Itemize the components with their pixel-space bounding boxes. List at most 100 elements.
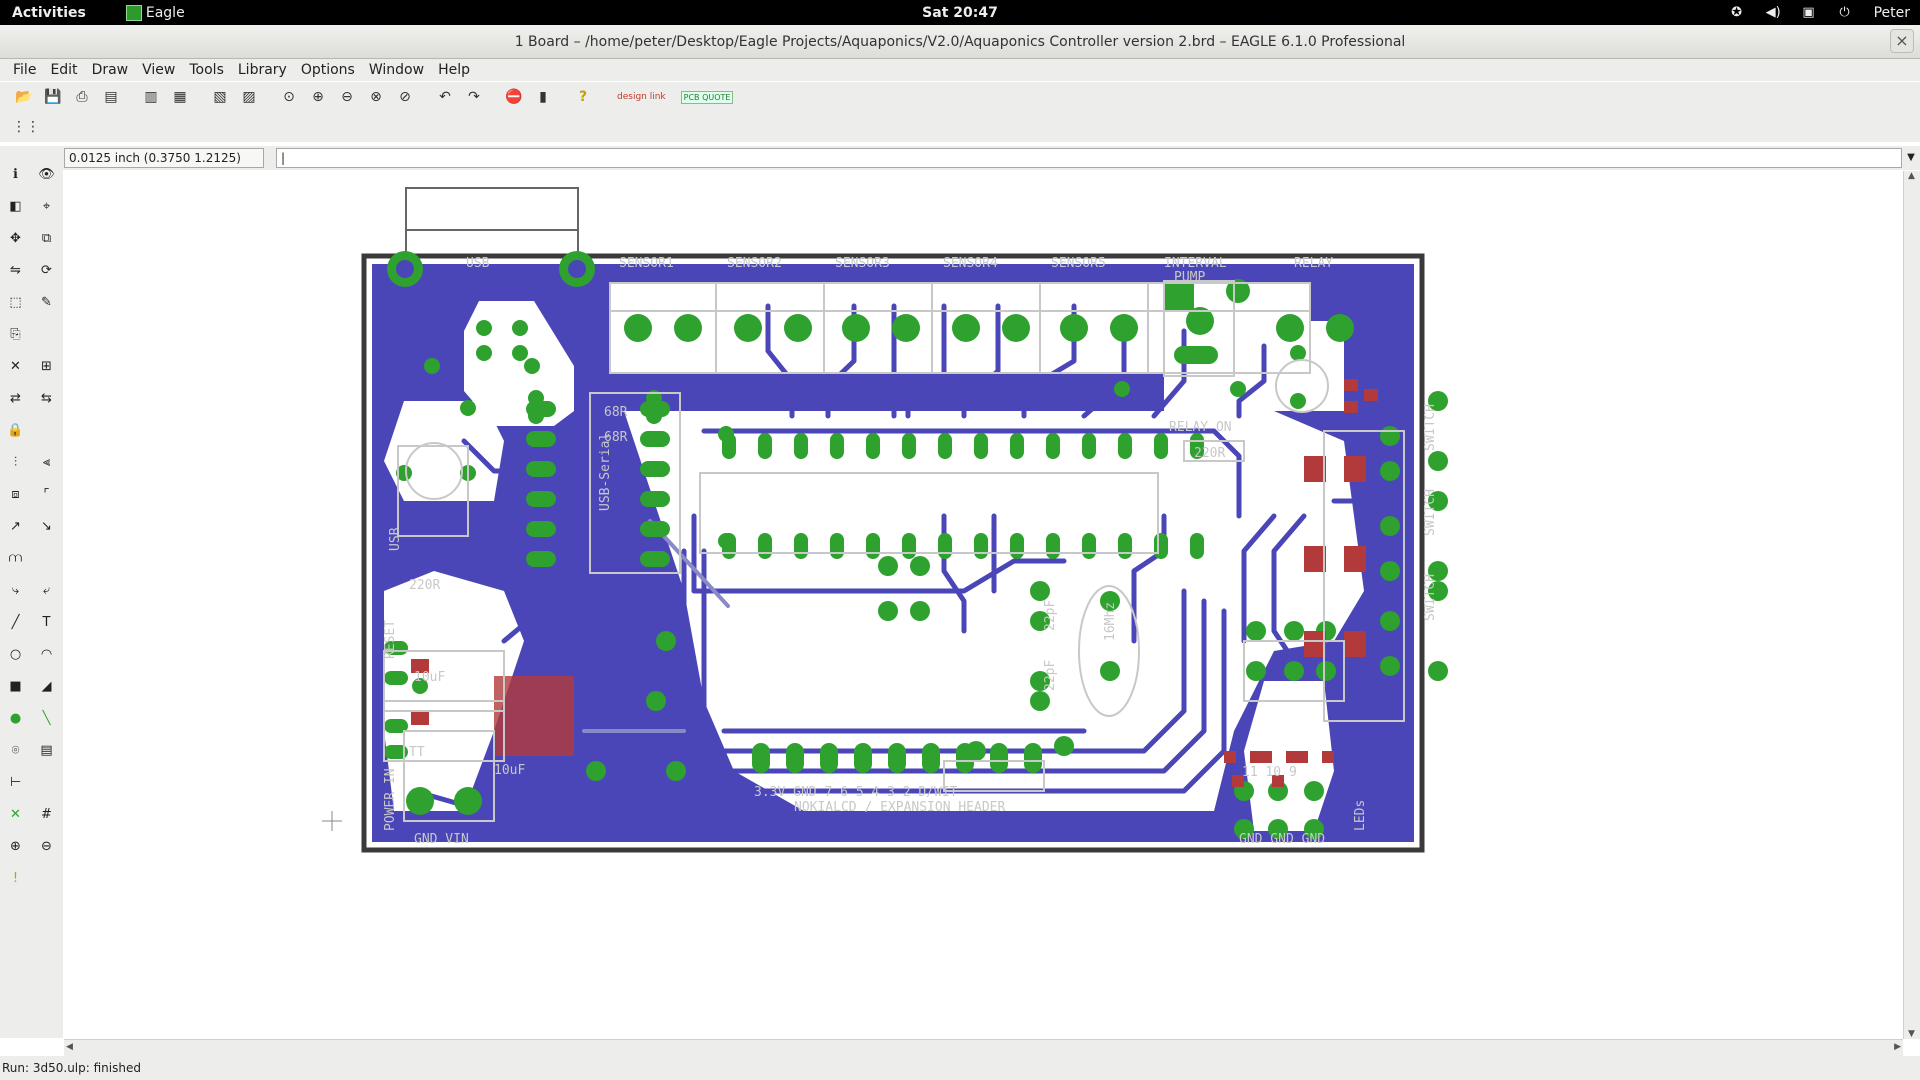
go-icon[interactable]: ▮ bbox=[531, 86, 555, 108]
redraw-icon[interactable]: ⊘ bbox=[393, 86, 417, 108]
menu-file[interactable]: File bbox=[6, 62, 43, 78]
tool-palette: ℹ 👁 ◧ ⌖ ✥ ⧉ ⇋ ⟳ ⬚ ✎ ⎘ ✕ ⊞ ⇄ ⇆ 🔒 ⫶ ⫷ ⧈ ⌜ … bbox=[0, 158, 63, 1038]
display-icon[interactable]: ◧ bbox=[0, 194, 31, 218]
zoom-select-icon[interactable]: ⊖ bbox=[31, 834, 62, 858]
zoom-window-icon[interactable]: ⊕ bbox=[0, 834, 31, 858]
menu-help[interactable]: Help bbox=[431, 62, 477, 78]
open-icon[interactable]: 📂 bbox=[12, 86, 36, 108]
zoom-in-icon[interactable]: ⊕ bbox=[306, 86, 330, 108]
smash-icon[interactable]: ⫶ bbox=[0, 450, 31, 474]
menu-tools[interactable]: Tools bbox=[182, 62, 231, 78]
arc-icon[interactable]: ◠ bbox=[31, 642, 62, 666]
ripup-icon[interactable]: ↘ bbox=[31, 514, 62, 538]
brd-icon[interactable]: ▨ bbox=[237, 86, 261, 108]
silk-label-sensor3: SENSOR3 bbox=[835, 256, 890, 271]
errors-icon[interactable]: ! bbox=[0, 866, 31, 890]
silk-label-relay: RELAY bbox=[1294, 256, 1333, 271]
power-icon[interactable]: ⏻ bbox=[1838, 5, 1852, 20]
ulp-icon[interactable]: ▦ bbox=[168, 86, 192, 108]
optimize-icon[interactable]: ⧈ bbox=[0, 482, 31, 506]
meander-icon[interactable]: ⩋ bbox=[0, 546, 31, 570]
add-icon[interactable]: ⊞ bbox=[31, 354, 62, 378]
activities-button[interactable]: Activities bbox=[12, 5, 86, 21]
chevron-down-icon[interactable]: ▼ bbox=[1902, 148, 1920, 168]
rotate-icon[interactable]: ⟳ bbox=[31, 258, 62, 282]
pinswap-icon[interactable]: ⇄ bbox=[0, 386, 31, 410]
change-icon[interactable]: ✎ bbox=[31, 290, 62, 314]
split-icon[interactable]: ⫷ bbox=[31, 450, 62, 474]
silk-label-22pf-2: 22pF bbox=[1043, 660, 1058, 691]
volume-icon[interactable]: ◀) bbox=[1766, 5, 1781, 20]
vertical-scrollbar[interactable]: ▲ ▼ bbox=[1903, 171, 1920, 1039]
menu-edit[interactable]: Edit bbox=[43, 62, 84, 78]
scroll-down-icon[interactable]: ▼ bbox=[1908, 1029, 1915, 1039]
board-canvas[interactable]: USB SENSOR1 SENSOR2 SENSOR3 SENSOR4 SENS… bbox=[64, 171, 1903, 1039]
script-icon[interactable]: ▥ bbox=[139, 86, 163, 108]
cam-icon[interactable]: ▤ bbox=[99, 86, 123, 108]
pcb-drawing[interactable]: USB SENSOR1 SENSOR2 SENSOR3 SENSOR4 SENS… bbox=[64, 171, 1903, 1039]
info-icon[interactable]: ℹ bbox=[0, 162, 31, 186]
signal-icon[interactable]: ⤷ bbox=[0, 578, 31, 602]
move-icon[interactable]: ✥ bbox=[0, 226, 31, 250]
lock-icon[interactable]: 🔒 bbox=[0, 418, 31, 442]
ratsnest-icon[interactable]: ⤶ bbox=[31, 578, 62, 602]
miter-icon[interactable]: ⌜ bbox=[31, 482, 62, 506]
via-icon[interactable]: ● bbox=[0, 706, 31, 730]
rect-icon[interactable]: ■ bbox=[0, 674, 31, 698]
silk-label-relay-on: RELAY ON bbox=[1169, 420, 1232, 435]
silk-label-reset: RESET bbox=[383, 620, 398, 659]
polygon-icon[interactable]: ◢ bbox=[31, 674, 62, 698]
horizontal-scrollbar[interactable]: ◀ ▶ bbox=[64, 1039, 1903, 1056]
grid-icon[interactable]: ⋮⋮ bbox=[12, 116, 40, 138]
pcbquote-button[interactable]: PCB QUOTE bbox=[680, 90, 734, 104]
clock[interactable]: Sat 20:47 bbox=[922, 5, 998, 21]
stop-icon[interactable]: ⛔ bbox=[502, 86, 526, 108]
zoom-fit-icon[interactable]: ⊙ bbox=[277, 86, 301, 108]
menu-view[interactable]: View bbox=[135, 62, 182, 78]
dimension-icon[interactable]: ⊢ bbox=[0, 770, 31, 794]
route-icon[interactable]: ↗ bbox=[0, 514, 31, 538]
route-wire-icon[interactable]: ╲ bbox=[31, 706, 62, 730]
mark-icon[interactable]: ⌖ bbox=[31, 194, 62, 218]
close-icon[interactable]: × bbox=[1890, 29, 1914, 53]
mirror-icon[interactable]: ⇋ bbox=[0, 258, 31, 282]
zoom-out-icon[interactable]: ⊖ bbox=[335, 86, 359, 108]
main-toolbar: 📂 💾 ⎙ ▤ ▥ ▦ ▧ ▨ ⊙ ⊕ ⊖ ⊗ ⊘ ↶ ↷ ⛔ ▮ ? desi… bbox=[0, 82, 1920, 112]
sch-icon[interactable]: ▧ bbox=[208, 86, 232, 108]
paste-icon[interactable]: ⎘ bbox=[0, 322, 31, 346]
menu-options[interactable]: Options bbox=[294, 62, 362, 78]
gnome-top-bar: Activities Eagle Sat 20:47 ✪ ◀) ▣ ⏻ Pete… bbox=[0, 0, 1920, 25]
redo-icon[interactable]: ↷ bbox=[462, 86, 486, 108]
print-icon[interactable]: ⎙ bbox=[70, 86, 94, 108]
text-icon[interactable]: T bbox=[31, 610, 62, 634]
zoom-area-icon[interactable]: ⊗ bbox=[364, 86, 388, 108]
menu-draw[interactable]: Draw bbox=[85, 62, 136, 78]
scroll-left-icon[interactable]: ◀ bbox=[66, 1042, 73, 1052]
copy-icon[interactable]: ⧉ bbox=[31, 226, 62, 250]
command-input[interactable]: | bbox=[276, 148, 1902, 168]
save-icon[interactable]: 💾 bbox=[41, 86, 65, 108]
circle-icon[interactable]: ○ bbox=[0, 642, 31, 666]
autorouter-icon[interactable]: ✕ bbox=[0, 802, 31, 826]
app-menu[interactable]: Eagle bbox=[146, 5, 185, 21]
scroll-right-icon[interactable]: ▶ bbox=[1894, 1042, 1901, 1052]
silk-label-220r: 220R bbox=[1194, 446, 1225, 461]
replace-icon[interactable]: ⇆ bbox=[31, 386, 62, 410]
hole-icon[interactable]: ⌾ bbox=[0, 738, 31, 762]
menu-window[interactable]: Window bbox=[362, 62, 431, 78]
menu-library[interactable]: Library bbox=[231, 62, 294, 78]
wire-icon[interactable]: ╱ bbox=[0, 610, 31, 634]
accessibility-icon[interactable]: ✪ bbox=[1730, 5, 1744, 20]
show-icon[interactable]: 👁 bbox=[31, 162, 62, 186]
undo-icon[interactable]: ↶ bbox=[433, 86, 457, 108]
delete-icon[interactable]: ✕ bbox=[0, 354, 31, 378]
help-icon[interactable]: ? bbox=[571, 86, 595, 108]
network-icon[interactable]: ▣ bbox=[1802, 5, 1816, 20]
scroll-up-icon[interactable]: ▲ bbox=[1908, 171, 1915, 181]
attribute-icon[interactable]: ▤ bbox=[31, 738, 62, 762]
user-menu[interactable]: Peter bbox=[1874, 5, 1910, 21]
drc-icon[interactable]: # bbox=[31, 802, 62, 826]
designlink-button[interactable]: design link bbox=[617, 92, 666, 102]
group-icon[interactable]: ⬚ bbox=[0, 290, 31, 314]
silk-label-pump: PUMP bbox=[1174, 270, 1205, 285]
